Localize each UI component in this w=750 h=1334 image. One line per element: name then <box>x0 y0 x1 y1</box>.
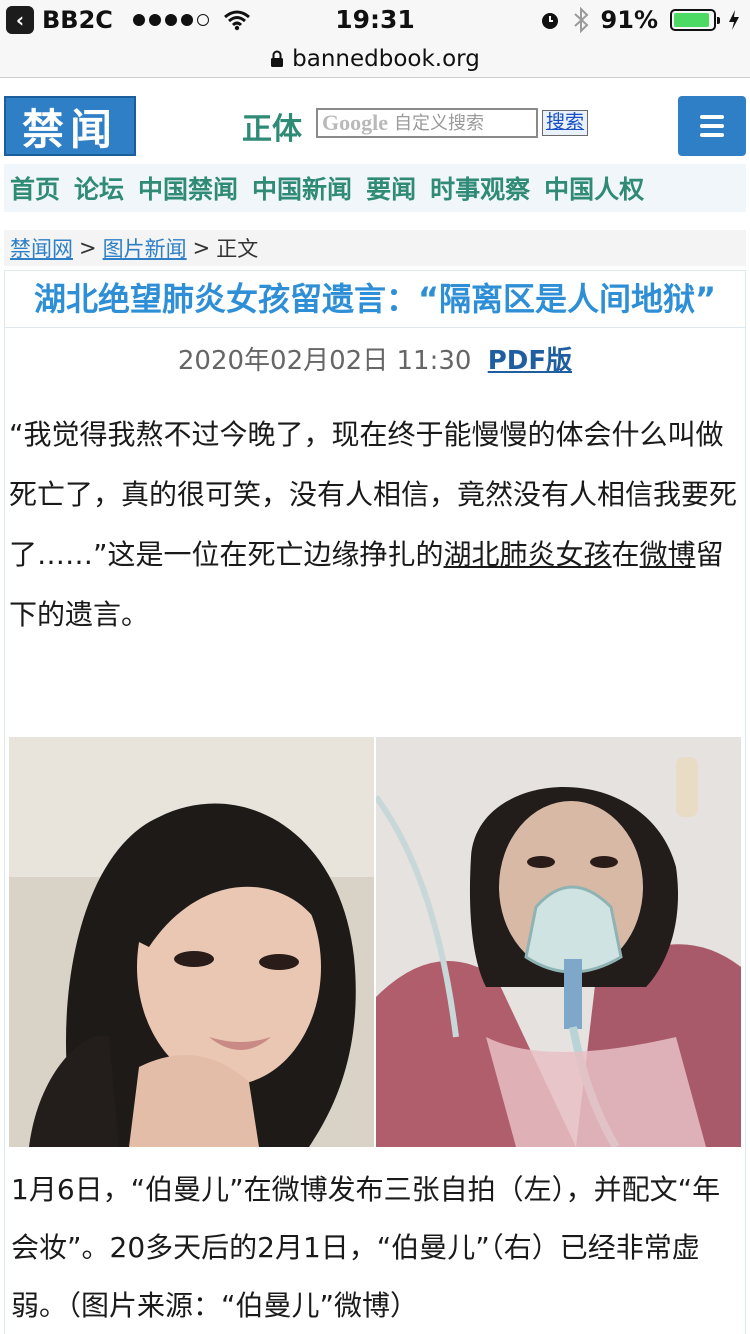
main-nav: 首页 论坛 中国禁闻 中国新闻 要闻 时事观察 中国人权 <box>4 164 746 212</box>
article-photo[interactable] <box>9 737 741 1147</box>
selfie-photo-left <box>9 737 374 1147</box>
search-input[interactable] <box>394 112 514 134</box>
pdf-version-link[interactable]: PDF版 <box>488 346 572 376</box>
nav-item-headlines[interactable]: 要闻 <box>366 170 416 206</box>
status-bar: ‹ BB2C 19:31 91% <box>0 0 750 40</box>
charging-bolt-icon <box>729 10 739 30</box>
photo-caption: 1月6日，“伯曼儿”在微博发布三张自拍（左），并配文“年会妆”。20多天后的2月… <box>11 1173 721 1322</box>
breadcrumb-separator: > <box>192 236 211 260</box>
lead-text-mid: 在 <box>611 538 640 571</box>
battery-percent: 91% <box>600 6 658 34</box>
breadcrumb-separator: > <box>79 236 97 260</box>
nav-item-china-banned-news[interactable]: 中国禁闻 <box>138 170 238 206</box>
google-logo: Google <box>322 110 388 135</box>
address-bar[interactable]: bannedbook.org <box>0 40 750 78</box>
weibo-link[interactable]: 微博 <box>640 538 696 571</box>
nav-item-current-affairs[interactable]: 时事观察 <box>430 170 530 206</box>
nav-item-human-rights[interactable]: 中国人权 <box>544 170 644 206</box>
breadcrumb-current: 正文 <box>216 237 259 261</box>
article-date: 2020年02月02日 11:30 <box>177 346 472 376</box>
breadcrumb-home-link[interactable]: 禁闻网 <box>10 233 73 263</box>
article: 湖北绝望肺炎女孩留遗言：“隔离区是人间地狱” 2020年02月02日 11:30… <box>4 270 746 1334</box>
battery-level <box>674 13 709 27</box>
status-right: 91% <box>539 6 740 34</box>
site-logo[interactable]: 禁闻 <box>4 96 136 156</box>
article-lead-paragraph: “我觉得我熬不过今晚了，现在终于能慢慢的体会什么叫做死亡了，真的很可笑，没有人相… <box>5 405 745 645</box>
hubei-girl-link[interactable]: 湖北肺炎女孩 <box>444 538 612 571</box>
breadcrumb-section-link[interactable]: 图片新闻 <box>103 233 187 263</box>
site-header: 禁闻 正体 Google 搜索 <box>4 96 746 156</box>
nav-item-forum[interactable]: 论坛 <box>74 170 124 206</box>
article-dateline: 2020年02月02日 11:30 PDF版 <box>5 340 745 377</box>
traditional-script-link[interactable]: 正体 <box>242 104 302 148</box>
nav-item-china-news[interactable]: 中国新闻 <box>252 170 352 206</box>
url-text[interactable]: bannedbook.org <box>292 46 480 72</box>
battery-icon <box>670 9 720 31</box>
hospital-photo-right <box>376 737 741 1147</box>
article-title: 湖北绝望肺炎女孩留遗言：“隔离区是人间地狱” <box>33 280 717 318</box>
nav-item-home[interactable]: 首页 <box>10 170 60 206</box>
bluetooth-icon <box>573 7 588 33</box>
search-button[interactable]: 搜索 <box>542 110 589 136</box>
alarm-icon <box>541 13 558 29</box>
title-divider <box>5 327 745 328</box>
breadcrumb: 禁闻网 > 图片新闻 > 正文 <box>4 230 746 266</box>
search-box[interactable]: Google <box>316 108 538 138</box>
lock-icon <box>271 50 284 67</box>
hamburger-menu-icon[interactable] <box>678 96 746 156</box>
